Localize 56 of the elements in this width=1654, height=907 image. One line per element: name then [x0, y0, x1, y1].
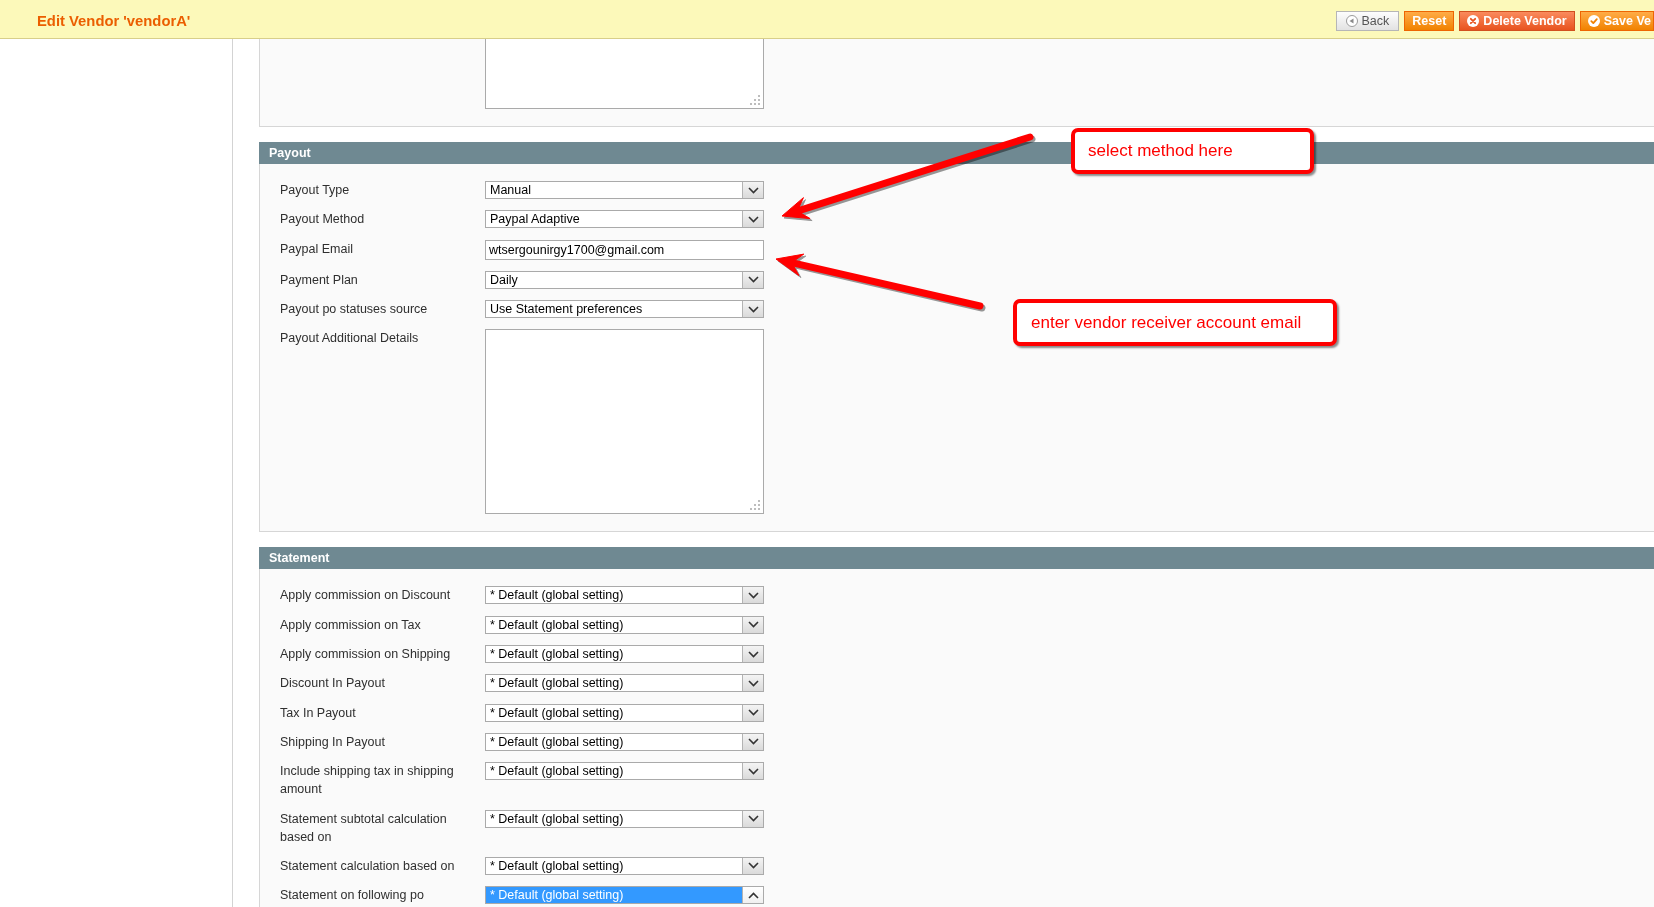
field-label: Payout Method: [280, 211, 366, 229]
callout: select method here: [1071, 128, 1314, 174]
dropdown[interactable]: Paypal Adaptive: [485, 210, 764, 229]
chevron-down-icon: [742, 857, 763, 874]
dropdown[interactable]: * Default (global setting): [485, 732, 764, 751]
field-label: Discount In Payout: [280, 675, 386, 693]
field-label: Include shipping tax in shipping amount: [280, 763, 455, 799]
callout: enter vendor receiver account email: [1013, 299, 1337, 346]
field-label: Payout po statuses source: [280, 301, 429, 319]
text-input[interactable]: wtsergounirgy1700@gmail.com: [485, 239, 764, 260]
field-label: Statement calculation based on: [280, 857, 456, 875]
chevron-down-icon: [742, 704, 763, 721]
field-label: Shipping In Payout: [280, 733, 386, 751]
resize-grip-icon: [750, 95, 761, 106]
dropdown[interactable]: Daily: [485, 270, 764, 289]
chevron-down-icon: [742, 587, 763, 604]
dropdown[interactable]: * Default (global setting): [485, 615, 764, 634]
dropdown[interactable]: * Default (global setting): [485, 809, 764, 828]
field-label: Payout Type: [280, 182, 351, 199]
page-title: Edit Vendor 'vendorA': [37, 12, 191, 29]
dropdown[interactable]: Use Statement preferences: [485, 300, 764, 319]
field-label: Payment Plan: [280, 271, 359, 289]
check-circle-icon: [1587, 14, 1600, 27]
dropdown[interactable]: * Default (global setting): [485, 586, 764, 605]
back-button[interactable]: Back: [1335, 10, 1400, 31]
field-label: Apply commission on Discount: [280, 587, 452, 605]
dropdown[interactable]: * Default (global setting): [485, 674, 764, 693]
chevron-up-icon: [742, 887, 763, 904]
chevron-down-icon: [742, 810, 763, 827]
left-arrow-circle-icon: [1345, 14, 1358, 27]
resize-grip-icon: [750, 500, 761, 512]
x-circle-icon: [1467, 14, 1480, 27]
chevron-down-icon: [742, 301, 763, 318]
field-label: Apply commission on Shipping: [280, 646, 452, 664]
dropdown[interactable]: * Default (global setting): [485, 645, 764, 664]
field-label: Statement on following po: [280, 887, 425, 905]
text-area-field[interactable]: [485, 39, 764, 109]
dropdown[interactable]: * Default (global setting): [485, 703, 764, 722]
chevron-down-icon: [742, 763, 763, 780]
section-header: Statement: [259, 547, 1654, 570]
chevron-down-icon: [742, 182, 763, 198]
chevron-down-icon: [742, 271, 763, 288]
dropdown[interactable]: * Default (global setting): [485, 856, 764, 875]
dropdown[interactable]: Manual: [485, 181, 764, 199]
chevron-down-icon: [742, 616, 763, 633]
chevron-down-icon: [742, 733, 763, 750]
chevron-down-icon: [742, 675, 763, 692]
field-label: Tax In Payout: [280, 704, 357, 722]
dropdown[interactable]: * Default (global setting): [485, 762, 764, 781]
field-label: Statement subtotal calculation based on: [280, 810, 448, 846]
chevron-down-icon: [742, 646, 763, 663]
field-label: Apply commission on Tax: [280, 616, 422, 634]
field-label: Payout Additional Details: [280, 330, 420, 348]
chevron-down-icon: [742, 211, 763, 228]
field-label: Paypal Email: [280, 240, 354, 258]
text-area-field[interactable]: [485, 329, 764, 515]
